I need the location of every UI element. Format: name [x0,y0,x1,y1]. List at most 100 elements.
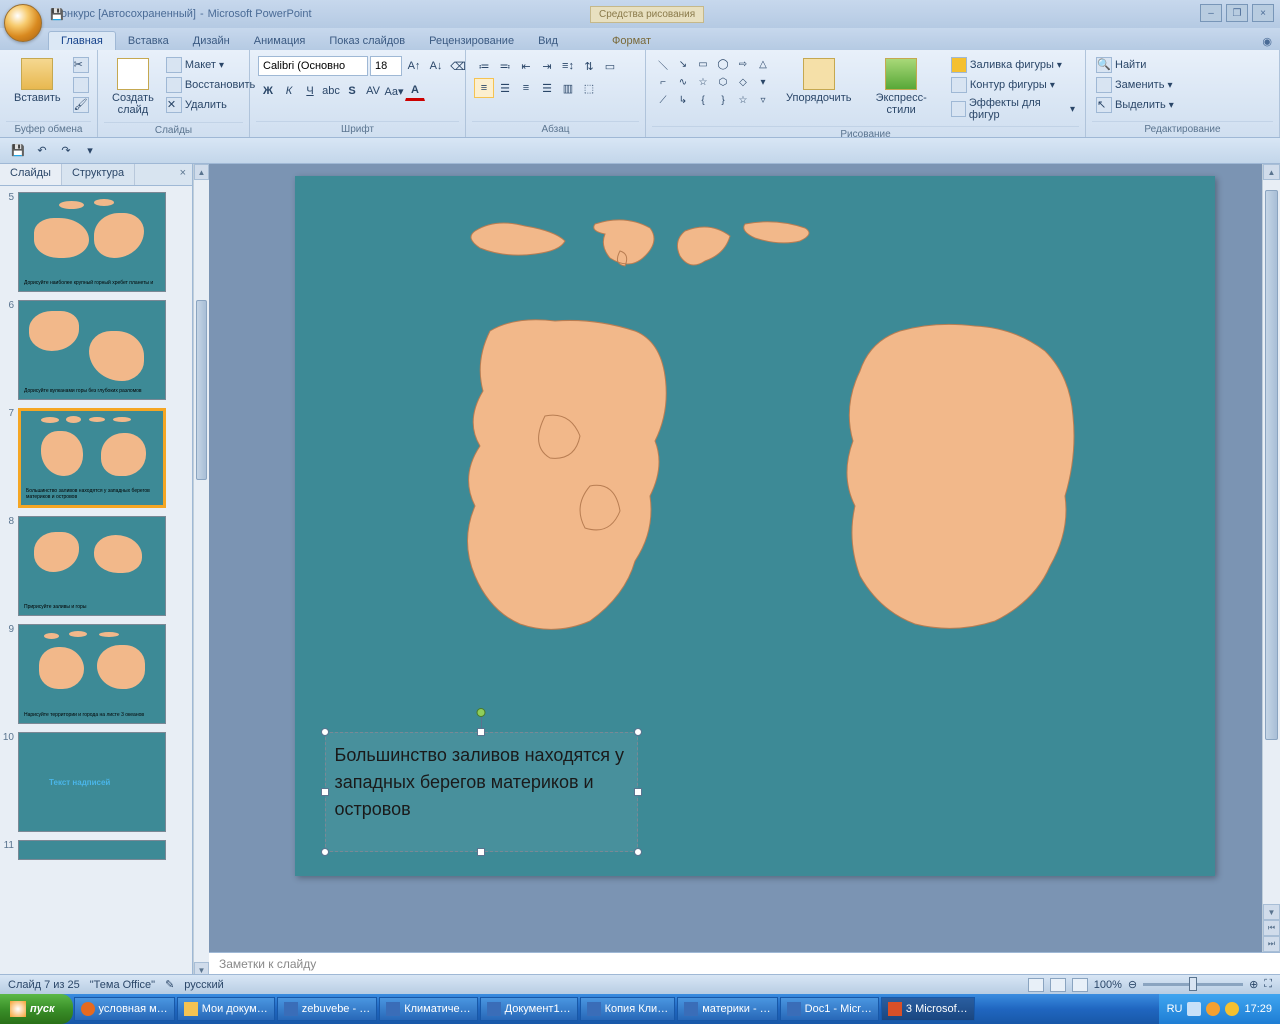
next-slide-icon[interactable]: ⏭ [1263,936,1280,952]
numbering-button[interactable]: ≕ [495,56,515,76]
paste-button[interactable]: Вставить [8,56,67,106]
restore-button[interactable]: ❐ [1226,4,1248,22]
shadow-button[interactable]: S [342,81,362,101]
indent-button[interactable]: ⇥ [537,56,557,76]
justify-button[interactable]: ☰ [537,78,557,98]
font-size-input[interactable] [370,56,402,76]
tab-design[interactable]: Дизайн [181,32,242,50]
sorter-view-button[interactable] [1050,978,1066,992]
align-center-button[interactable]: ☰ [495,78,515,98]
shape-r3-1[interactable]: ⟋ [654,92,672,108]
task-item-0[interactable]: условная м… [74,997,175,1021]
spacing-button[interactable]: AV [363,81,383,101]
scroll-thumb[interactable] [196,300,207,480]
thumb-8[interactable]: 8Пририсуйте заливы и горы [2,516,188,616]
shape-r3-6[interactable]: ▿ [754,92,772,108]
tray-icon-3[interactable] [1225,1002,1239,1016]
new-slide-button[interactable]: Создать слайд [106,56,160,118]
reset-button[interactable]: Восстановить [164,76,257,94]
font-color-button[interactable]: A [405,81,425,101]
thumb-9[interactable]: 9Нарисуйте территории и города на листе … [2,624,188,724]
align-right-button[interactable]: ≡ [516,78,536,98]
arrange-button[interactable]: Упорядочить [780,56,857,106]
text-direction-button[interactable]: ⇅ [579,56,599,76]
underline-button[interactable]: Ч [300,81,320,101]
clear-format-button[interactable]: ⌫ [448,56,468,76]
island-2[interactable] [593,220,653,266]
strike-button[interactable]: abc [321,81,341,101]
shape-effects-button[interactable]: Эффекты для фигур ▾ [949,96,1077,122]
handle-nw[interactable] [321,728,329,736]
shape-r3-4[interactable]: } [714,92,732,108]
tray-icon-2[interactable] [1206,1002,1220,1016]
shapes-gallery[interactable]: ＼ ↘ ▭ ◯ ⇨ △ ⌐ ∿ ☆ ⬡ ◇ ▾ ⟋ ↳ { } ☆ ▿ [654,56,772,108]
bold-button[interactable]: Ж [258,81,278,101]
island-1[interactable] [471,223,565,255]
task-item-2[interactable]: zebuvebe - … [277,997,377,1021]
shape-more1-icon[interactable]: △ [754,56,772,72]
office-button[interactable] [4,4,42,42]
dedent-button[interactable]: ⇤ [516,56,536,76]
shape-curve-icon[interactable]: ∿ [674,74,692,90]
qat-save-icon[interactable]: 💾 [48,5,66,23]
shape-r3-2[interactable]: ↳ [674,92,692,108]
find-button[interactable]: 🔍Найти [1094,56,1148,74]
close-button[interactable]: × [1252,4,1274,22]
spellcheck-icon[interactable]: ✎ [165,978,174,991]
handle-sw[interactable] [321,848,329,856]
zoom-in-button[interactable]: ⊕ [1249,978,1258,991]
task-item-5[interactable]: Копия Кли… [580,997,676,1021]
slide-canvas[interactable]: Большинство заливов находятся у западных… [295,176,1215,876]
quick-styles-button[interactable]: Экспресс-стили [857,56,944,118]
handle-s[interactable] [477,848,485,856]
shape-free-icon[interactable]: ☆ [694,74,712,90]
shape-r3-3[interactable]: { [694,92,712,108]
case-button[interactable]: Aa▾ [384,81,404,101]
select-button[interactable]: ↖Выделить ▾ [1094,96,1176,114]
shape-fill-button[interactable]: Заливка фигуры ▾ [949,56,1077,74]
tab-view[interactable]: Вид [526,32,570,50]
shape-more2-icon[interactable]: ◇ [734,74,752,90]
continent-right[interactable] [846,324,1073,628]
scroll-up-icon[interactable]: ▲ [194,164,209,180]
task-item-6[interactable]: материки - … [677,997,777,1021]
shape-connector-icon[interactable]: ⌐ [654,74,672,90]
island-3[interactable] [677,227,730,265]
handle-ne[interactable] [634,728,642,736]
layout-button[interactable]: Макет ▾ [164,56,257,74]
continent-left[interactable] [467,320,666,630]
zoom-out-button[interactable]: ⊖ [1128,978,1137,991]
qat-undo-button[interactable]: ↶ [32,141,52,161]
handle-se[interactable] [634,848,642,856]
bullets-button[interactable]: ≔ [474,56,494,76]
align-left-button[interactable]: ≡ [474,78,494,98]
tray-lang[interactable]: RU [1167,1003,1183,1015]
zoom-handle[interactable] [1189,977,1197,991]
tray-icon-1[interactable] [1187,1002,1201,1016]
replace-button[interactable]: Заменить ▾ [1094,76,1174,94]
align-text-button[interactable]: ▭ [600,56,620,76]
fit-view-button[interactable]: ⛶ [1264,978,1272,991]
textbox-text[interactable]: Большинство заливов находятся у западных… [335,742,628,823]
shape-brace-icon[interactable]: ⇨ [734,56,752,72]
shape-r3-5[interactable]: ☆ [734,92,752,108]
task-item-4[interactable]: Документ1… [480,997,578,1021]
start-button[interactable]: пуск [0,994,73,1024]
delete-button[interactable]: ✕Удалить [164,96,257,114]
vscroll-down-icon[interactable]: ▼ [1263,904,1280,920]
qat-save-button[interactable]: 💾 [8,141,28,161]
line-spacing-button[interactable]: ≡↕ [558,56,578,76]
task-item-7[interactable]: Doc1 - Micr… [780,997,879,1021]
tab-animation[interactable]: Анимация [242,32,318,50]
thumb-10[interactable]: 10Текст надписей [2,732,188,832]
island-4[interactable] [743,222,808,243]
scroll-track[interactable] [194,180,209,962]
smartart-button[interactable]: ⬚ [579,78,599,98]
normal-view-button[interactable] [1028,978,1044,992]
qat-redo-button[interactable]: ↷ [56,141,76,161]
shape-arrow-icon[interactable]: ↘ [674,56,692,72]
copy-button[interactable] [71,76,91,94]
shape-text-icon[interactable]: ⬡ [714,74,732,90]
canvas-vscrollbar[interactable]: ▲ ▼ ⏮ ⏭ [1262,164,1280,952]
task-item-8[interactable]: 3 Microsof… [881,997,975,1021]
